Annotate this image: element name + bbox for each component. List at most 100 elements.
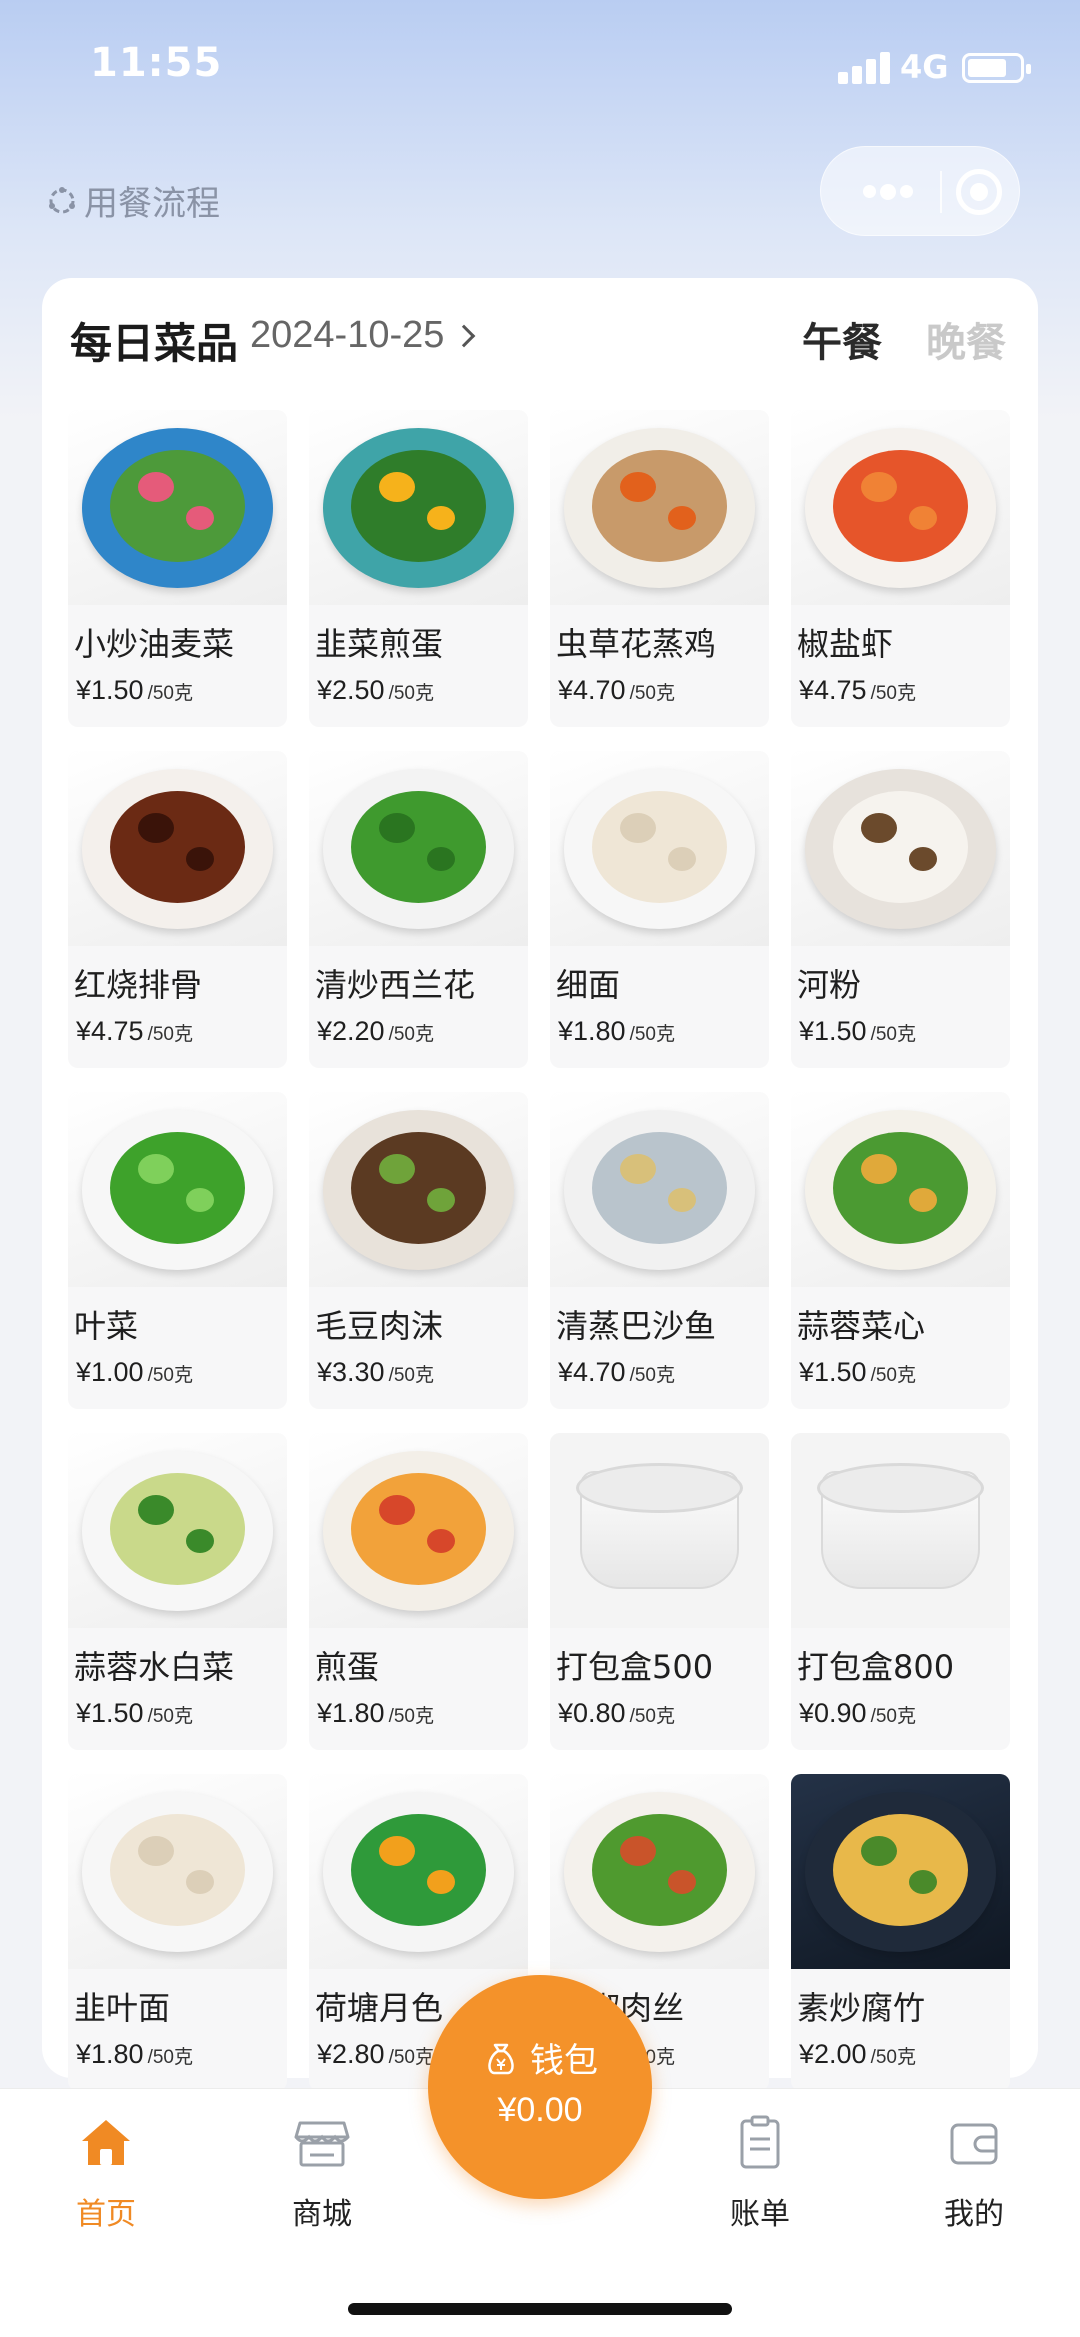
tab-store[interactable]: 商城 [252, 2111, 392, 2233]
dining-process-link[interactable]: 用餐流程 [44, 176, 220, 225]
dish-card[interactable]: 打包盒500 ¥0.80/50克 [550, 1433, 769, 1750]
wallet-button[interactable]: 钱包 ¥0.00 [428, 1975, 652, 2199]
dish-image [309, 1774, 528, 1969]
dish-price-row: ¥1.80/50克 [68, 2029, 287, 2070]
chevron-right-icon [453, 324, 476, 347]
dish-price-row: ¥2.00/50克 [791, 2029, 1010, 2070]
dish-card[interactable]: 叶菜 ¥1.00/50克 [68, 1092, 287, 1409]
dish-price-row: ¥4.75/50克 [791, 665, 1010, 706]
process-label: 用餐流程 [84, 184, 220, 224]
tab-mine-label: 我的 [944, 2197, 1004, 2232]
dish-name: 打包盒500 [556, 1648, 714, 1686]
dish-unit: /50克 [629, 1365, 675, 1386]
dish-price: ¥4.75 [799, 675, 867, 705]
wallet-card-icon [950, 2123, 998, 2165]
dish-unit: /50克 [147, 1706, 193, 1727]
money-bag-icon [488, 2043, 514, 2074]
dish-image [550, 1433, 769, 1628]
dish-card[interactable]: 素炒腐竹 ¥2.00/50克 [791, 1774, 1010, 2091]
date-picker[interactable]: 2024-10-25 [250, 314, 476, 357]
dish-price: ¥2.00 [799, 2039, 867, 2069]
dish-card[interactable]: 蒜蓉菜心 ¥1.50/50克 [791, 1092, 1010, 1409]
dish-name: 红烧排骨 [74, 966, 203, 1004]
dish-card[interactable]: 清炒西兰花 ¥2.20/50克 [309, 751, 528, 1068]
dish-image [791, 1092, 1010, 1287]
dish-price: ¥2.20 [317, 1016, 385, 1046]
dish-card[interactable]: 红烧排骨 ¥4.75/50克 [68, 751, 287, 1068]
dish-image [791, 1774, 1010, 1969]
dish-image [791, 410, 1010, 605]
wallet-balance: ¥0.00 [497, 2091, 583, 2129]
dish-price: ¥1.50 [76, 1698, 144, 1728]
status-time: 11:55 [90, 40, 223, 86]
dish-price: ¥1.50 [799, 1357, 867, 1387]
store-icon [294, 2121, 350, 2167]
dish-name: 蒜蓉水白菜 [74, 1648, 235, 1686]
menu-card: 每日菜品 2024-10-25 午餐 晚餐 小炒油麦菜 ¥1.50/50克 韭菜煎蛋… [42, 278, 1038, 2091]
tab-bills-label: 账单 [730, 2197, 790, 2232]
dish-image [550, 1774, 769, 1969]
dish-price: ¥2.80 [317, 2039, 385, 2069]
dish-card[interactable]: 韭叶面 ¥1.80/50克 [68, 1774, 287, 2091]
dish-price-row: ¥1.50/50克 [791, 1006, 1010, 1047]
dish-card[interactable]: 小炒油麦菜 ¥1.50/50克 [68, 410, 287, 727]
dish-price: ¥1.00 [76, 1357, 144, 1387]
dish-name: 韭菜煎蛋 [315, 625, 444, 663]
dish-price: ¥1.80 [558, 1016, 626, 1046]
tab-bills[interactable]: 账单 [690, 2111, 830, 2233]
dish-card[interactable]: 打包盒800 ¥0.90/50克 [791, 1433, 1010, 1750]
close-miniprogram-icon[interactable] [956, 169, 1002, 215]
dish-card[interactable]: 细面 ¥1.80/50克 [550, 751, 769, 1068]
dish-image [550, 751, 769, 946]
dish-card[interactable]: 韭菜煎蛋 ¥2.50/50克 [309, 410, 528, 727]
dish-card[interactable]: 椒盐虾 ¥4.75/50克 [791, 410, 1010, 727]
dish-unit: /50克 [388, 683, 434, 704]
dish-price-row: ¥3.30/50克 [309, 1347, 528, 1388]
dish-name: 蒜蓉菜心 [797, 1307, 926, 1345]
dish-unit: /50克 [388, 1365, 434, 1386]
dish-image [791, 1433, 1010, 1628]
dish-card[interactable]: 蒜蓉水白菜 ¥1.50/50克 [68, 1433, 287, 1750]
dish-unit: /50克 [388, 1706, 434, 1727]
miniprogram-capsule [820, 146, 1020, 236]
dish-price-row: ¥1.50/50克 [68, 665, 287, 706]
more-icon[interactable] [855, 147, 919, 237]
dish-image [309, 1433, 528, 1628]
signal-icon [838, 50, 894, 84]
dish-card[interactable]: 河粉 ¥1.50/50克 [791, 751, 1010, 1068]
tab-home[interactable]: 首页 [36, 2111, 176, 2233]
dish-price-row: ¥2.50/50克 [309, 665, 528, 706]
dish-unit: /50克 [629, 683, 675, 704]
dish-unit: /50克 [870, 2047, 916, 2068]
tab-lunch[interactable]: 午餐 [802, 310, 882, 368]
dish-price-row: ¥1.00/50克 [68, 1347, 287, 1388]
dish-unit: /50克 [870, 683, 916, 704]
dish-name: 素炒腐竹 [797, 1989, 926, 2027]
dish-card[interactable]: 煎蛋 ¥1.80/50克 [309, 1433, 528, 1750]
tab-mine[interactable]: 我的 [904, 2111, 1044, 2233]
dish-image [309, 751, 528, 946]
dish-price: ¥3.30 [317, 1357, 385, 1387]
meal-tabs: 午餐 晚餐 [802, 310, 1006, 368]
menu-date: 2024-10-25 [250, 314, 445, 356]
dish-unit: /50克 [388, 1024, 434, 1045]
dish-name: 椒盐虾 [797, 625, 894, 663]
dish-price-row: ¥4.70/50克 [550, 1347, 769, 1388]
dish-unit: /50克 [870, 1706, 916, 1727]
dish-image [68, 1092, 287, 1287]
dish-image [791, 751, 1010, 946]
dish-name: 清蒸巴沙鱼 [556, 1307, 717, 1345]
dish-card[interactable]: 清蒸巴沙鱼 ¥4.70/50克 [550, 1092, 769, 1409]
dish-unit: /50克 [870, 1365, 916, 1386]
dish-price-row: ¥4.70/50克 [550, 665, 769, 706]
menu-title: 每日菜品 [70, 320, 239, 367]
tab-dinner[interactable]: 晚餐 [926, 310, 1006, 368]
tab-home-label: 首页 [76, 2197, 136, 2232]
dish-card[interactable]: 毛豆肉沫 ¥3.30/50克 [309, 1092, 528, 1409]
dish-image [68, 751, 287, 946]
dish-price: ¥1.50 [76, 675, 144, 705]
dish-card[interactable]: 虫草花蒸鸡 ¥4.70/50克 [550, 410, 769, 727]
dish-price: ¥4.70 [558, 1357, 626, 1387]
dish-name: 河粉 [797, 966, 862, 1004]
network-label: 4G [900, 48, 949, 86]
